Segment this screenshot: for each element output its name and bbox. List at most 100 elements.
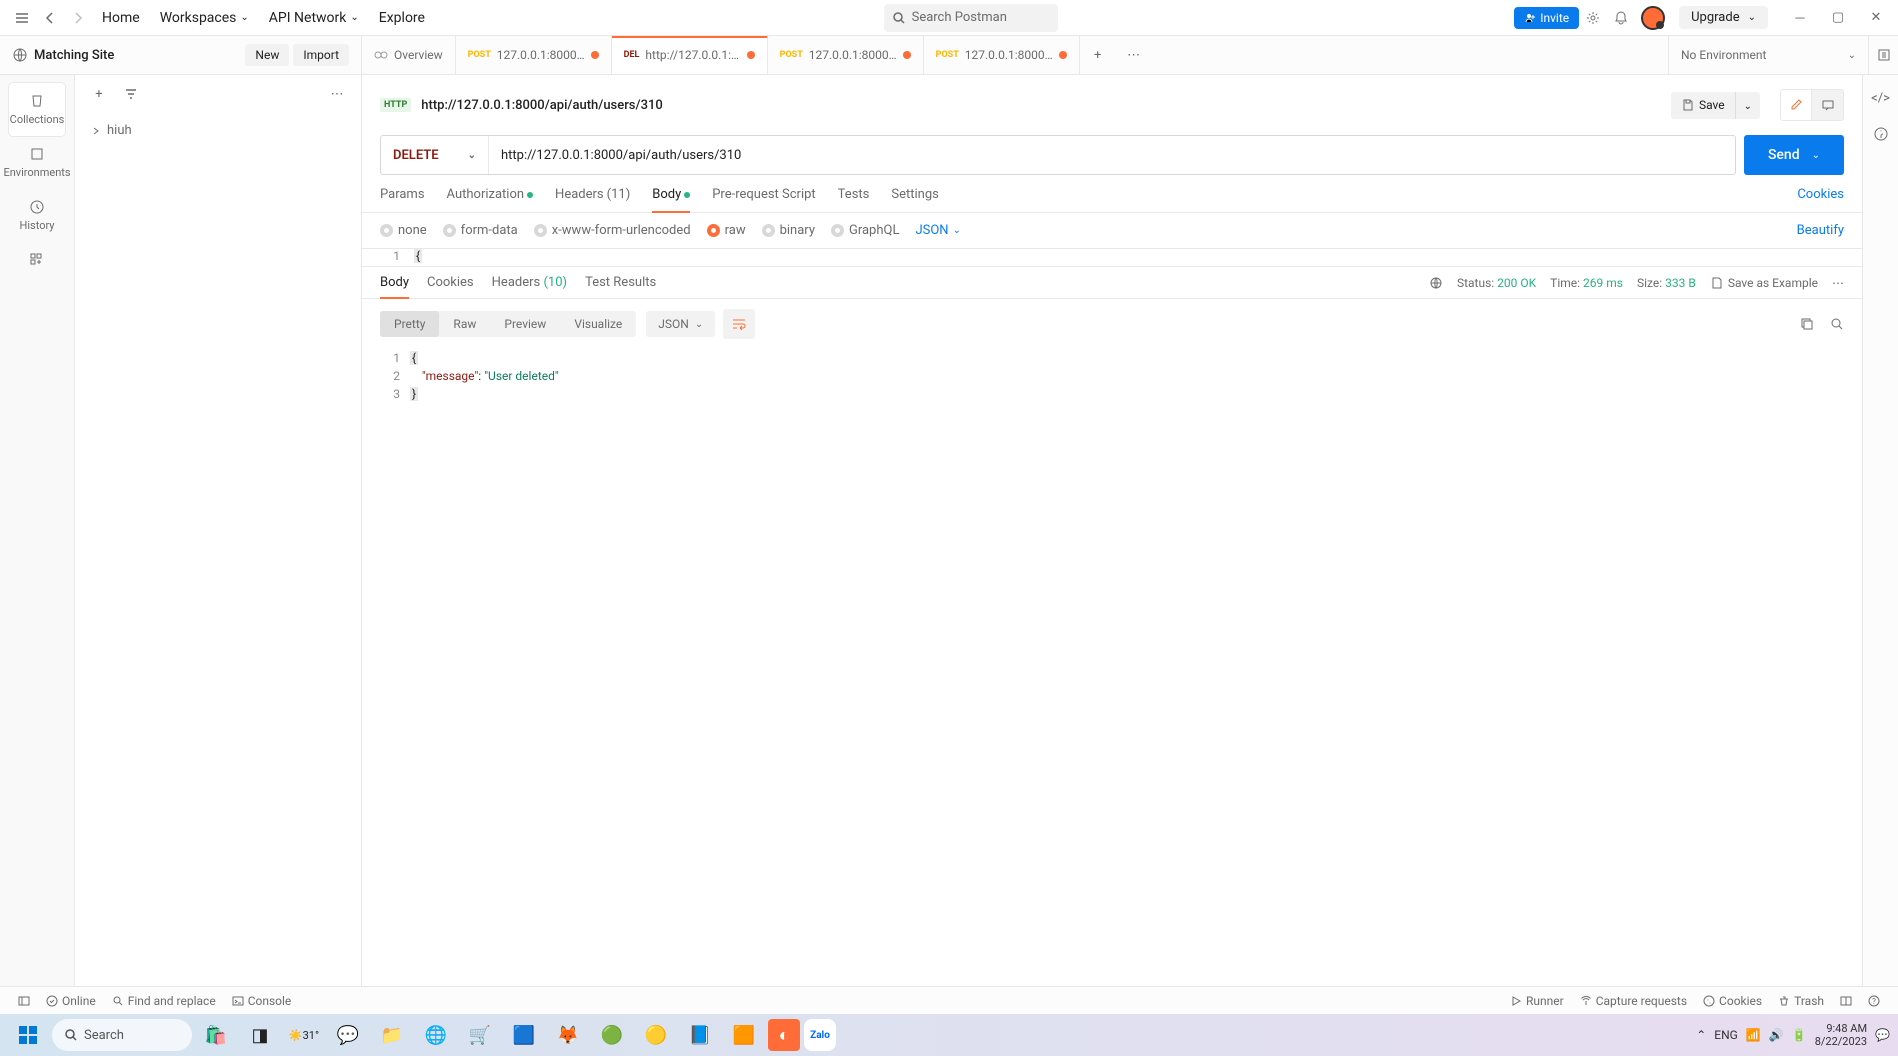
avatar[interactable]: [1641, 6, 1665, 30]
tab-authorization[interactable]: Authorization: [447, 187, 534, 212]
tab-tests[interactable]: Tests: [838, 187, 870, 212]
method-select[interactable]: DELETE ⌄: [381, 136, 489, 174]
view-preview[interactable]: Preview: [490, 311, 560, 337]
save-button[interactable]: Save: [1671, 92, 1735, 119]
add-tab-button[interactable]: +: [1080, 36, 1116, 74]
nav-api-network[interactable]: API Network⌄: [259, 4, 369, 32]
import-button[interactable]: Import: [293, 44, 349, 66]
hamburger-icon[interactable]: [8, 4, 36, 32]
search-icon[interactable]: [1830, 317, 1844, 331]
filter-icon[interactable]: [117, 80, 145, 108]
online-status[interactable]: Online: [38, 994, 104, 1008]
comment-icon[interactable]: [1812, 89, 1844, 121]
console-button[interactable]: Console: [224, 994, 300, 1008]
taskbar-widgets-icon[interactable]: 🛍️: [196, 1015, 236, 1055]
sidebar-toggle-icon[interactable]: [10, 995, 38, 1007]
tray-chevron-icon[interactable]: ⌃: [1696, 1028, 1706, 1042]
save-example-button[interactable]: Save as Example: [1710, 276, 1818, 290]
globe-icon[interactable]: [1429, 276, 1443, 290]
taskbar-xampp-icon[interactable]: 🟧: [724, 1015, 764, 1055]
tab-prerequest[interactable]: Pre-request Script: [712, 187, 815, 212]
windows-start-icon[interactable]: [8, 1015, 48, 1055]
request-title[interactable]: http://127.0.0.1:8000/api/auth/users/310: [421, 98, 1661, 113]
taskbar-app-3[interactable]: 🦊: [548, 1015, 588, 1055]
trash-button[interactable]: Trash: [1770, 994, 1832, 1008]
taskbar-zalo-icon[interactable]: Zalo: [804, 1019, 836, 1051]
tab-headers[interactable]: Headers (11): [555, 187, 630, 212]
copy-icon[interactable]: [1800, 317, 1814, 331]
back-icon[interactable]: [36, 4, 64, 32]
send-button[interactable]: Send ⌄: [1744, 135, 1844, 175]
beautify-button[interactable]: Beautify: [1797, 223, 1844, 238]
resp-tab-headers[interactable]: Headers (10): [492, 275, 567, 298]
wrap-lines-button[interactable]: [723, 309, 755, 339]
tab-more-button[interactable]: ⋯: [1116, 36, 1152, 74]
resp-format-select[interactable]: JSON⌄: [646, 311, 715, 337]
nav-workspaces[interactable]: Workspaces⌄: [150, 4, 259, 32]
collection-item[interactable]: hiuh: [87, 117, 349, 144]
upgrade-button[interactable]: Upgrade⌄: [1679, 6, 1768, 29]
cookies-link[interactable]: Cookies: [1797, 187, 1844, 212]
capture-button[interactable]: Capture requests: [1572, 994, 1695, 1008]
body-none[interactable]: none: [380, 223, 427, 238]
request-body-editor[interactable]: 1 {: [362, 248, 1862, 266]
two-pane-icon[interactable]: [1832, 994, 1860, 1008]
nav-home[interactable]: Home: [92, 4, 150, 32]
taskbar-app-2[interactable]: 🟦: [504, 1015, 544, 1055]
resp-more-icon[interactable]: ⋯: [1832, 276, 1844, 290]
body-raw[interactable]: raw: [707, 223, 746, 238]
tab-request-4[interactable]: POST 127.0.0.1:8000/api/u: [924, 36, 1080, 74]
taskbar-chrome-canary-icon[interactable]: 🟡: [636, 1015, 676, 1055]
save-dropdown[interactable]: ⌄: [1735, 92, 1760, 119]
view-pretty[interactable]: Pretty: [380, 311, 439, 337]
env-quicklook-icon[interactable]: [1868, 36, 1898, 74]
runner-button[interactable]: Runner: [1502, 994, 1572, 1008]
taskbar-app-1[interactable]: 💬: [328, 1015, 368, 1055]
body-binary[interactable]: binary: [762, 223, 815, 238]
cookies-button[interactable]: Cookies: [1695, 994, 1770, 1008]
tab-params[interactable]: Params: [380, 187, 425, 212]
minimize-icon[interactable]: ─: [1786, 4, 1814, 32]
tray-clock[interactable]: 9:48 AM 8/22/2023: [1815, 1022, 1867, 1048]
resp-tab-cookies[interactable]: Cookies: [427, 275, 474, 298]
tab-overview[interactable]: Overview: [362, 36, 456, 74]
sidebar-collections[interactable]: Collections: [9, 83, 65, 136]
sidebar-history[interactable]: History: [9, 189, 65, 242]
info-icon[interactable]: [1873, 126, 1889, 142]
url-input[interactable]: http://127.0.0.1:8000/api/auth/users/310: [489, 136, 1735, 174]
find-replace-button[interactable]: Find and replace: [104, 994, 224, 1008]
maximize-icon[interactable]: ▢: [1824, 4, 1852, 32]
tab-body[interactable]: Body: [652, 187, 690, 212]
search-input[interactable]: Search Postman: [884, 4, 1058, 32]
taskbar-explorer-icon[interactable]: 📁: [372, 1015, 412, 1055]
edit-icon[interactable]: [1780, 89, 1812, 121]
tab-request-1[interactable]: POST 127.0.0.1:8000/api/a: [456, 36, 612, 74]
sidebar-configure[interactable]: [9, 242, 65, 278]
tray-battery-icon[interactable]: 🔋: [1792, 1028, 1807, 1042]
environment-selector[interactable]: No Environment ⌄: [1668, 36, 1868, 74]
notifications-icon[interactable]: [1607, 4, 1635, 32]
resp-tab-body[interactable]: Body: [380, 275, 409, 298]
add-collection-button[interactable]: +: [85, 80, 113, 108]
taskbar-postman-icon[interactable]: ◐: [768, 1019, 800, 1051]
help-icon[interactable]: ?: [1860, 994, 1888, 1008]
taskbar-store-icon[interactable]: 🛒: [460, 1015, 500, 1055]
taskbar-weather-icon[interactable]: ☀️31°: [284, 1015, 324, 1055]
tray-notifications-icon[interactable]: 💬: [1875, 1028, 1890, 1042]
resp-tab-testresults[interactable]: Test Results: [585, 275, 656, 298]
sidebar-environments[interactable]: Environments: [9, 136, 65, 189]
taskbar-vscode-icon[interactable]: 📘: [680, 1015, 720, 1055]
view-raw[interactable]: Raw: [439, 311, 490, 337]
tray-volume-icon[interactable]: 🔊: [1769, 1028, 1784, 1042]
new-button[interactable]: New: [245, 44, 289, 66]
forward-icon[interactable]: [64, 4, 92, 32]
taskbar-search[interactable]: Search: [52, 1019, 192, 1051]
tab-request-2[interactable]: DEL http://127.0.0.1:8000/: [612, 36, 768, 74]
tab-settings[interactable]: Settings: [891, 187, 938, 212]
response-body-viewer[interactable]: 1 2 3 { "message": "User deleted" }: [362, 349, 1862, 986]
view-visualize[interactable]: Visualize: [560, 311, 636, 337]
taskbar-chrome-icon[interactable]: 🟢: [592, 1015, 632, 1055]
close-icon[interactable]: ✕: [1862, 4, 1890, 32]
body-format-select[interactable]: JSON⌄: [915, 223, 961, 238]
nav-explore[interactable]: Explore: [369, 4, 435, 32]
